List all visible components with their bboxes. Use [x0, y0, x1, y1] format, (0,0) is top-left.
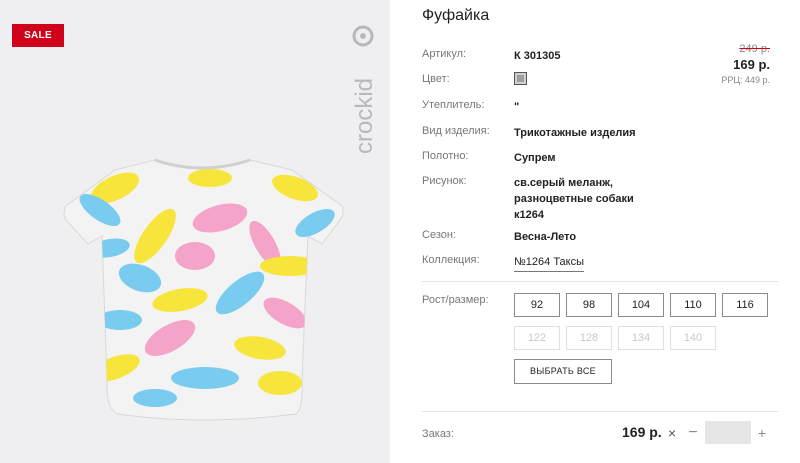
old-price: 249 р.: [739, 43, 770, 55]
divider: [422, 281, 778, 282]
rrp-price: РРЦ: 449 р.: [721, 75, 770, 85]
product-image-panel: SALE crockid: [0, 0, 390, 463]
quantity-increase-button[interactable]: +: [754, 422, 770, 444]
type-value: Трикотажные изделия: [514, 127, 636, 139]
attr-label: Цвет:: [422, 73, 450, 85]
order-label: Заказ:: [422, 428, 454, 440]
size-button-92[interactable]: 92: [514, 293, 560, 317]
tshirt-image: [63, 158, 344, 421]
insulation-value: ": [514, 101, 520, 113]
current-price: 169 р.: [733, 57, 770, 72]
size-button-104[interactable]: 104: [618, 293, 664, 317]
attr-label: Полотно:: [422, 150, 469, 162]
sale-badge: SALE: [12, 24, 64, 47]
divider: [422, 411, 778, 412]
pattern-line: к1264: [514, 209, 544, 221]
size-button-128: 128: [566, 326, 612, 350]
brand-logo: crockid: [351, 25, 378, 154]
sizes-label: Рост/размер:: [422, 294, 489, 306]
pattern-line: св.серый меланж,: [514, 177, 613, 189]
attr-label: Рисунок:: [422, 175, 467, 187]
collection-link[interactable]: №1264 Таксы: [514, 254, 585, 272]
order-price: 169 р.: [622, 424, 662, 440]
product-details: Фуфайка 249 р. 169 р. РРЦ: 449 р. Артику…: [422, 0, 778, 463]
season-value: Весна-Лето: [514, 231, 577, 243]
select-all-button[interactable]: ВЫБРАТЬ ВСЕ: [514, 359, 612, 384]
attr-label: Сезон:: [422, 229, 456, 241]
fabric-value: Супрем: [514, 152, 556, 164]
pattern-value: св.серый меланж, разноцветные собаки к12…: [514, 175, 684, 223]
size-button-140: 140: [670, 326, 716, 350]
color-swatch[interactable]: [514, 72, 527, 85]
quantity-decrease-button[interactable]: −: [685, 422, 701, 444]
size-button-110[interactable]: 110: [670, 293, 716, 317]
product-title: Фуфайка: [422, 7, 490, 24]
size-button-98[interactable]: 98: [566, 293, 612, 317]
pattern-line: разноцветные собаки: [514, 193, 634, 205]
attr-label: Коллекция:: [422, 254, 480, 266]
size-button-116[interactable]: 116: [722, 293, 768, 317]
size-button-134: 134: [618, 326, 664, 350]
article-value: К 301305: [514, 50, 561, 62]
quantity-input[interactable]: [705, 421, 751, 444]
size-button-122: 122: [514, 326, 560, 350]
attr-label: Вид изделия:: [422, 125, 490, 137]
attr-label: Артикул:: [422, 48, 467, 60]
svg-text:crockid: crockid: [351, 78, 378, 154]
times-icon: ×: [668, 425, 677, 441]
attr-label: Утеплитель:: [422, 99, 485, 111]
